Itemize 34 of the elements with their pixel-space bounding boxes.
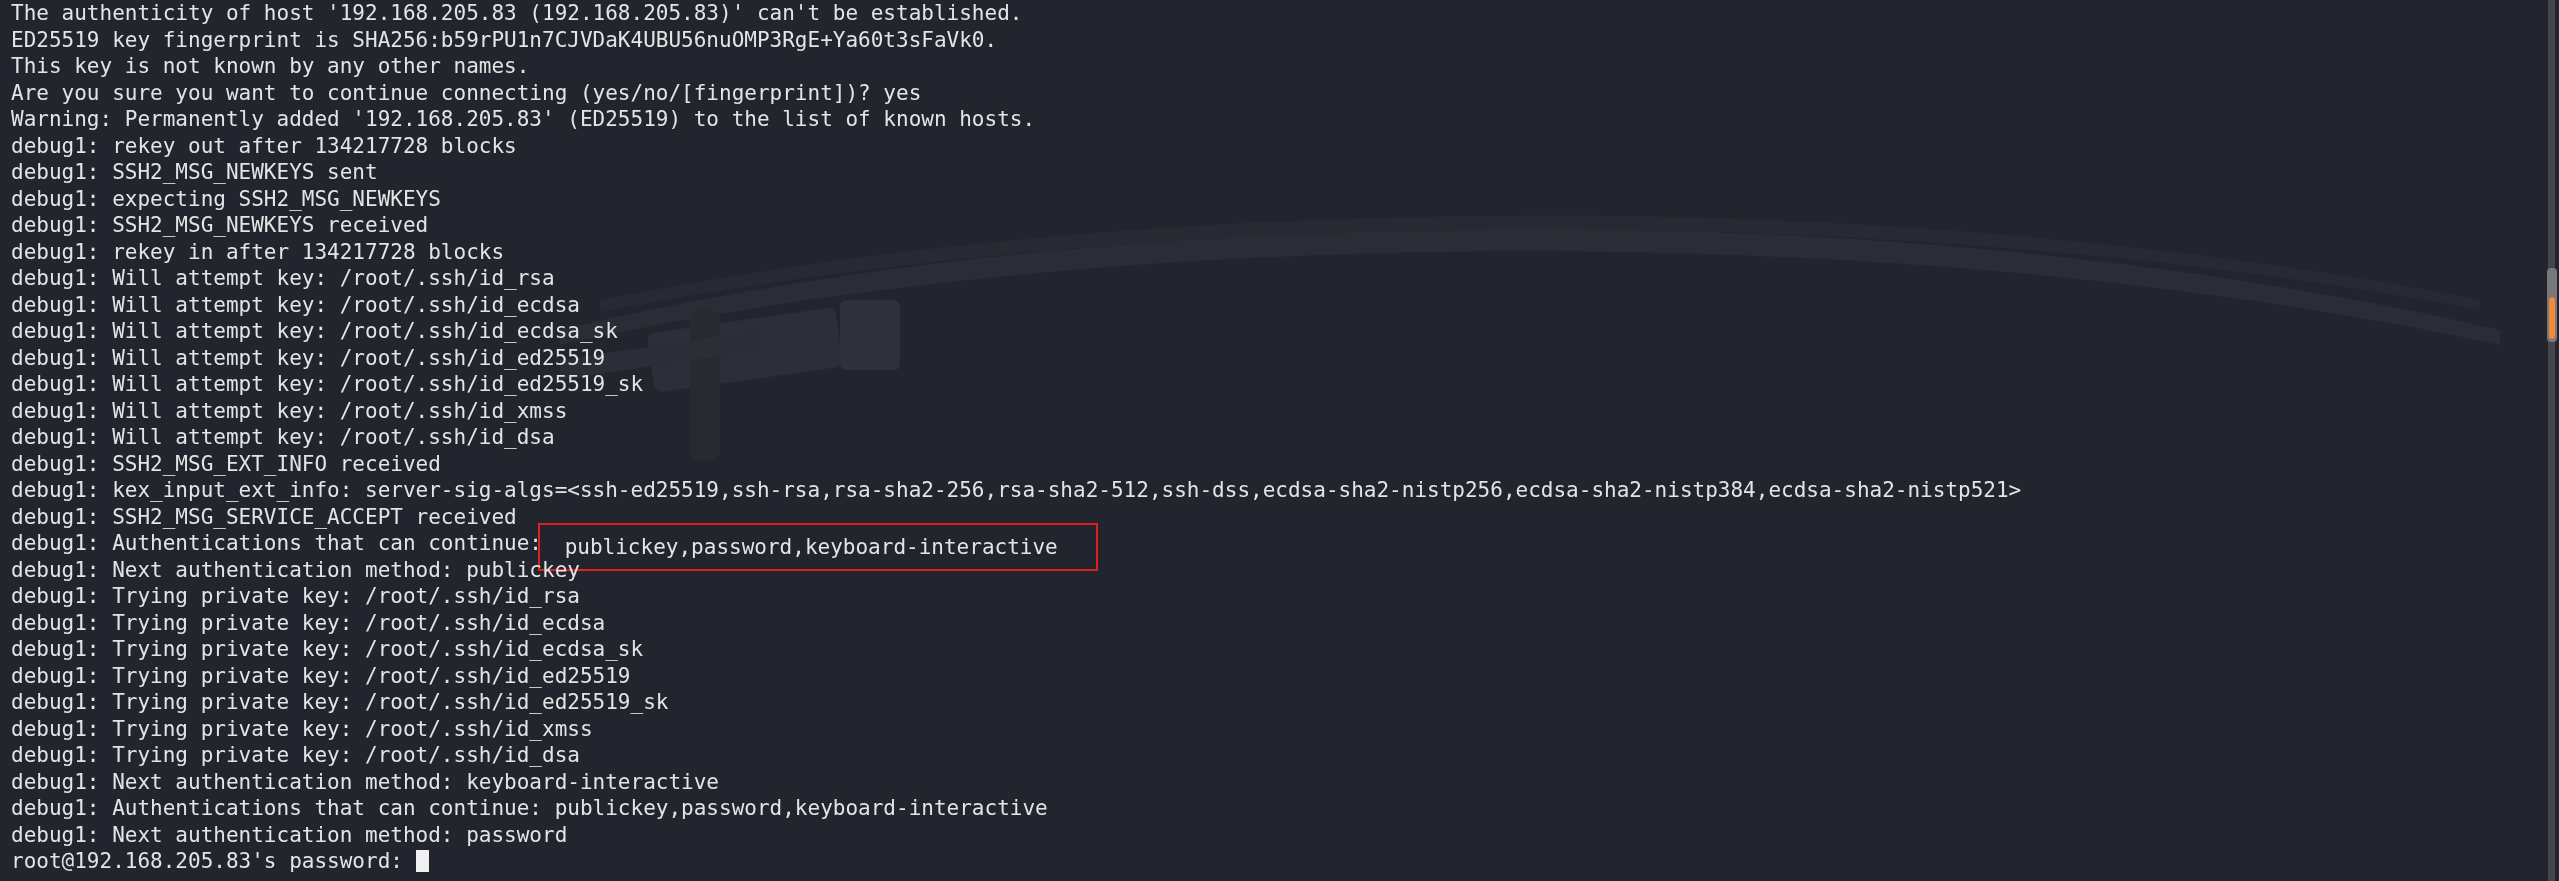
terminal-line: debug1: Will attempt key: /root/.ssh/id_rsa <box>11 265 555 292</box>
terminal-line: debug1: Trying private key: /root/.ssh/id_rsa <box>11 583 580 610</box>
terminal-line: debug1: Will attempt key: /root/.ssh/id_ecdsa <box>11 291 580 318</box>
terminal-line: debug1: rekey in after 134217728 blocks <box>11 238 505 265</box>
terminal-line: debug1: Trying private key: /root/.ssh/id_ed25519_sk <box>11 689 669 716</box>
password-prompt: root@192.168.205.83's password: <box>11 848 403 875</box>
terminal-line: debug1: SSH2_MSG_NEWKEYS received <box>11 212 429 239</box>
text-cursor <box>415 850 429 873</box>
terminal-line: debug1: SSH2_MSG_EXT_INFO received <box>11 450 441 477</box>
terminal-line: debug1: Will attempt key: /root/.ssh/id_ecdsa_sk <box>11 318 618 345</box>
terminal-line: debug1: expecting SSH2_MSG_NEWKEYS <box>11 185 441 212</box>
terminal-line: The authenticity of host '192.168.205.83 (192.168.205.83)' can't be established. <box>11 0 1023 27</box>
terminal-line: debug1: Trying private key: /root/.ssh/id_ecdsa <box>11 609 606 636</box>
terminal-line: debug1: Authentications that can continue: publickey,password,keyboard-interactive <box>11 795 1048 822</box>
terminal-line: debug1: rekey out after 134217728 blocks <box>11 132 517 159</box>
terminal-line: debug1: Will attempt key: /root/.ssh/id_ed25519_sk <box>11 371 644 398</box>
terminal-line: This key is not known by any other names. <box>11 53 530 80</box>
terminal-line: debug1: Trying private key: /root/.ssh/id_ecdsa_sk <box>11 636 644 663</box>
terminal-line: debug1: Next authentication method: publickey <box>11 557 580 583</box>
terminal-line: debug1: Trying private key: /root/.ssh/id_dsa <box>11 742 580 769</box>
terminal-line: debug1: kex_input_ext_info: server-sig-algs=<ssh-ed25519,ssh-rsa,rsa-sha2-256,rsa-sha2-512,ssh-dss,ecdsa-sha2-nistp256,ecdsa-sha2-nistp384,ecdsa-sha2-nistp521> <box>11 477 2022 504</box>
terminal-line: debug1: Trying private key: /root/.ssh/id_xmss <box>11 715 593 742</box>
terminal-line: debug1: Will attempt key: /root/.ssh/id_ed25519 <box>11 344 606 371</box>
terminal-line: debug1: Will attempt key: /root/.ssh/id_dsa <box>11 424 555 451</box>
terminal-line: debug1: Next authentication method: password <box>11 821 568 848</box>
terminal-line: ED25519 key fingerprint is SHA256:b59rPU1n7CJVDaK4UBU56nuOMP3RgE+Ya60t3sFaVk0. <box>11 26 998 53</box>
terminal-line: debug1: SSH2_MSG_SERVICE_ACCEPT received <box>11 503 517 530</box>
terminal-line: Are you sure you want to continue connecting (yes/no/[fingerprint])? yes <box>11 79 922 106</box>
terminal-line: Warning: Permanently added '192.168.205.83' (ED25519) to the list of known hosts. <box>11 106 1036 133</box>
terminal-line: debug1: Authentications that can continue: <box>11 530 542 557</box>
terminal-line: debug1: Trying private key: /root/.ssh/id_ed25519 <box>11 662 631 689</box>
terminal-line: debug1: Will attempt key: /root/.ssh/id_xmss <box>11 397 568 424</box>
terminal-line: debug1: Next authentication method: keyboard-interactive <box>11 768 719 795</box>
terminal-line: debug1: SSH2_MSG_NEWKEYS sent <box>11 159 378 186</box>
